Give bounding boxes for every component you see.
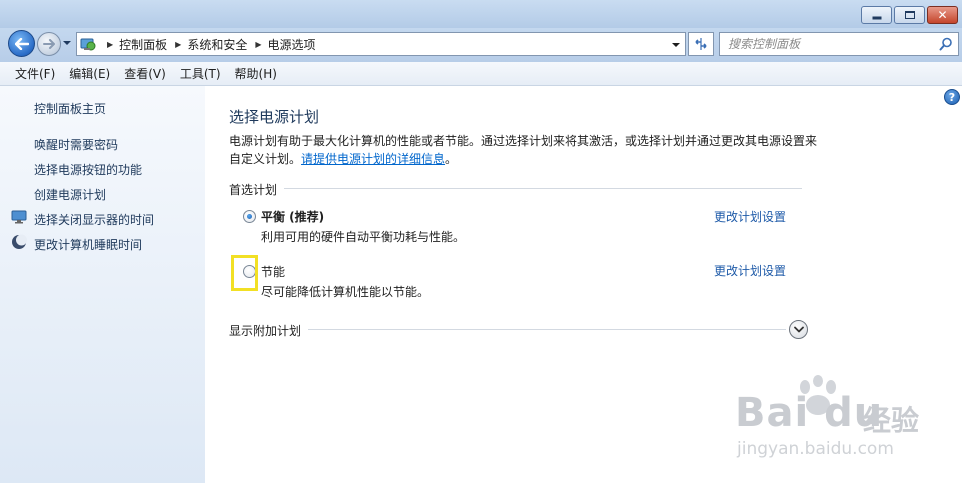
maximize-icon <box>904 11 915 19</box>
divider <box>284 188 802 189</box>
search-box <box>719 32 959 56</box>
breadcrumb-system-security[interactable]: 系统和安全 ▶ <box>187 36 267 53</box>
expand-additional-plans-button[interactable] <box>789 320 808 339</box>
divider <box>308 329 786 330</box>
maximize-button[interactable] <box>894 6 925 24</box>
plan-balanced-name[interactable]: 平衡 (推荐) <box>261 208 324 225</box>
watermark-brand: Bai du <box>735 390 884 436</box>
minimize-button[interactable] <box>861 6 892 24</box>
help-button[interactable]: ? <box>944 89 960 105</box>
watermark-url: jingyan.baidu.com <box>737 439 894 459</box>
breadcrumb-power-options[interactable]: 电源选项 <box>268 36 316 53</box>
plan-balanced-desc: 利用可用的硬件自动平衡功耗与性能。 <box>261 230 466 244</box>
plan-details-link[interactable]: 请提供电源计划的详细信息 <box>301 152 445 166</box>
sleep-moon-icon <box>12 234 27 249</box>
watermark-brand-cn: 经验 <box>863 404 920 437</box>
preferred-plans-label: 首选计划 <box>229 183 278 197</box>
close-button[interactable]: ✕ <box>927 6 958 24</box>
refresh-icon <box>695 38 707 50</box>
menu-help[interactable]: 帮助(H) <box>228 65 284 82</box>
plan-balanced-radio[interactable] <box>243 210 256 223</box>
breadcrumb-separator[interactable]: ▶ <box>99 40 119 49</box>
forward-button[interactable] <box>37 32 61 56</box>
window-controls: ✕ <box>861 6 958 24</box>
navigation-bar: ▶ 控制面板 ▶ 系统和安全 ▶ 电源选项 <box>0 28 962 62</box>
title-bar: ✕ <box>0 0 962 28</box>
recent-pages-dropdown-icon[interactable] <box>63 39 71 47</box>
page-description: 电源计划有助于最大化计算机的性能或者节能。通过选择计划来将其激活，或选择计划并通… <box>229 134 818 166</box>
close-icon: ✕ <box>937 8 948 22</box>
menu-tools[interactable]: 工具(T) <box>173 65 228 82</box>
sidebar-home-link[interactable]: 控制面板主页 <box>34 100 106 117</box>
arrow-left-icon <box>14 37 29 50</box>
menu-bar: 文件(F) 编辑(E) 查看(V) 工具(T) 帮助(H) <box>0 62 962 86</box>
plan-power-saver-desc: 尽可能降低计算机性能以节能。 <box>261 285 430 299</box>
menu-file[interactable]: 文件(F) <box>8 65 62 82</box>
sidebar-link-sleep-time[interactable]: 更改计算机睡眠时间 <box>34 236 142 253</box>
sidebar-link-wake-password[interactable]: 唤醒时需要密码 <box>34 136 118 153</box>
help-icon: ? <box>948 91 956 104</box>
arrow-right-icon <box>43 39 55 49</box>
plan-balanced-change-settings-link[interactable]: 更改计划设置 <box>714 208 786 225</box>
sidebar-link-power-button[interactable]: 选择电源按钮的功能 <box>34 161 142 178</box>
back-button[interactable] <box>8 30 35 57</box>
refresh-button[interactable] <box>688 32 714 56</box>
breadcrumb-control-panel[interactable]: 控制面板 ▶ <box>119 36 187 53</box>
address-dropdown-icon[interactable] <box>671 40 681 50</box>
menu-view[interactable]: 查看(V) <box>117 65 173 82</box>
baidu-watermark: Bai du 经验 jingyan.baidu.com <box>735 375 955 475</box>
sidebar-link-display-off[interactable]: 选择关闭显示器的时间 <box>34 211 154 228</box>
search-input[interactable] <box>720 33 930 55</box>
minimize-icon <box>872 16 881 20</box>
address-bar[interactable]: ▶ 控制面板 ▶ 系统和安全 ▶ 电源选项 <box>76 32 686 56</box>
annotation-highlight-box <box>231 255 258 291</box>
show-additional-plans-label[interactable]: 显示附加计划 <box>229 322 301 339</box>
search-icon[interactable] <box>939 37 953 51</box>
control-panel-icon <box>77 33 99 55</box>
plan-power-saver-name[interactable]: 节能 <box>261 263 285 280</box>
sidebar-link-create-plan[interactable]: 创建电源计划 <box>34 186 106 203</box>
display-icon <box>11 210 27 224</box>
plan-power-saver-change-settings-link[interactable]: 更改计划设置 <box>714 262 786 279</box>
chevron-down-icon <box>794 326 804 333</box>
menu-edit[interactable]: 编辑(E) <box>62 65 117 82</box>
page-title: 选择电源计划 <box>229 108 320 126</box>
